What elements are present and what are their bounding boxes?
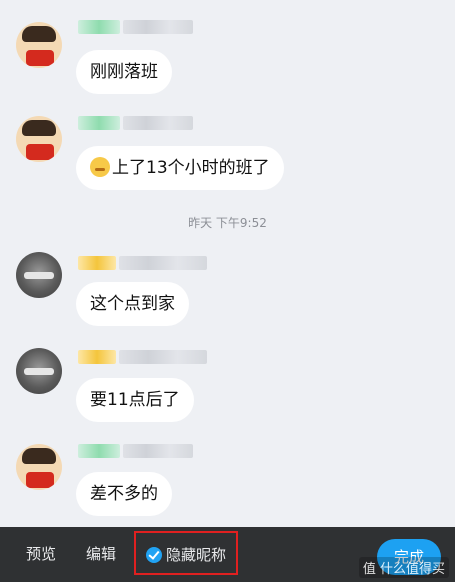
message-bubble[interactable]: 差不多的 [76, 472, 172, 516]
gray-avatar[interactable] [16, 252, 62, 298]
member-tag [78, 116, 120, 130]
chat-area: 刚刚落班 上了13个小时的班了 昨天 下午9:52 这个点到家 要11点后了 差… [0, 0, 455, 527]
message-text: 上了13个小时的班了 [112, 158, 270, 178]
kid-avatar[interactable] [16, 22, 62, 68]
kid-avatar[interactable] [16, 444, 62, 490]
nickname [78, 116, 193, 130]
kid-avatar[interactable] [16, 116, 62, 162]
grimace-emoji-icon [90, 157, 110, 177]
member-tag [78, 444, 120, 458]
message-text: 要11点后了 [90, 390, 180, 410]
gray-avatar[interactable] [16, 348, 62, 394]
edit-button[interactable]: 编辑 [86, 527, 116, 582]
blurred-name [123, 116, 193, 130]
blurred-name [119, 256, 207, 270]
nickname [78, 256, 207, 270]
message-bubble[interactable]: 这个点到家 [76, 282, 189, 326]
hide-nickname-label: 隐藏昵称 [166, 546, 227, 564]
member-tag [78, 20, 120, 34]
blurred-name [119, 350, 207, 364]
blurred-name [123, 444, 193, 458]
checkmark-icon [146, 547, 162, 563]
nickname [78, 350, 207, 364]
nickname [78, 444, 193, 458]
message-bubble[interactable]: 刚刚落班 [76, 50, 172, 94]
preview-button[interactable]: 预览 [26, 527, 56, 582]
watermark: 值 什么值得买 [358, 557, 449, 578]
hide-nickname-toggle[interactable]: 隐藏昵称 [134, 531, 238, 575]
message-text: 差不多的 [90, 484, 158, 504]
message-text: 刚刚落班 [90, 62, 158, 82]
nickname [78, 20, 193, 34]
message-bubble[interactable]: 上了13个小时的班了 [76, 146, 284, 190]
message-bubble[interactable]: 要11点后了 [76, 378, 194, 422]
bottom-toolbar: 预览 编辑 隐藏昵称 完成 值 什么值得买 [0, 527, 455, 582]
member-tag [78, 350, 116, 364]
timestamp: 昨天 下午9:52 [188, 216, 267, 230]
blurred-name [123, 20, 193, 34]
member-tag [78, 256, 116, 270]
message-text: 这个点到家 [90, 294, 175, 314]
